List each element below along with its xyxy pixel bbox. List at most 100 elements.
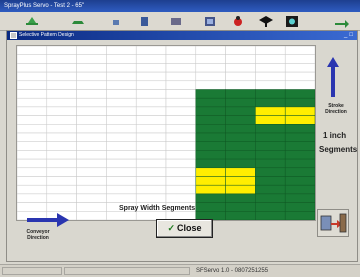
graduation-icon[interactable] (258, 13, 274, 29)
grid-cell-empty[interactable] (165, 46, 197, 55)
grid-cell-empty[interactable] (76, 176, 107, 186)
grid-cell-empty[interactable] (165, 184, 197, 195)
grid-cell-on[interactable] (225, 193, 256, 203)
pattern-grid[interactable] (16, 45, 316, 221)
grid-cell-empty[interactable] (165, 158, 197, 169)
grid-cell-empty[interactable] (76, 158, 107, 169)
grid-cell-on[interactable] (284, 211, 315, 220)
grid-cell-on[interactable] (225, 97, 256, 108)
grid-cell-empty[interactable] (76, 80, 107, 90)
grid-cell-empty[interactable] (225, 71, 256, 82)
grid-cell-empty[interactable] (106, 106, 137, 116)
grid-cell-on[interactable] (195, 193, 226, 203)
grid-cell-empty[interactable] (135, 89, 167, 99)
close-button[interactable]: ✓ Close (156, 219, 213, 238)
grid-cell-on[interactable] (225, 124, 256, 134)
grid-cell-empty[interactable] (106, 89, 137, 99)
grid-cell-empty[interactable] (284, 54, 315, 64)
grid-cell-empty[interactable] (255, 80, 286, 90)
grid-cell-empty[interactable] (135, 46, 167, 55)
grid-cell-highlight[interactable] (284, 106, 315, 116)
grid-cell-on[interactable] (195, 115, 226, 125)
grid-cell-empty[interactable] (135, 158, 167, 169)
dialog-window-controls[interactable]: _□ (344, 31, 355, 40)
grid-cell-empty[interactable] (225, 80, 256, 90)
grid-cell-empty[interactable] (106, 150, 137, 160)
grid-cell-empty[interactable] (17, 176, 48, 186)
grid-cell-empty[interactable] (284, 46, 315, 55)
grid-cell-on[interactable] (255, 193, 286, 203)
grid-cell-empty[interactable] (255, 54, 286, 64)
grid-cell-on[interactable] (225, 211, 256, 220)
grid-cell-empty[interactable] (106, 132, 137, 142)
doc-icon[interactable] (136, 13, 152, 29)
grid-cell-empty[interactable] (76, 97, 107, 108)
grid-cell-empty[interactable] (76, 193, 107, 203)
grid-cell-empty[interactable] (17, 97, 48, 108)
grid-cell-empty[interactable] (165, 71, 197, 82)
grid-cell-on[interactable] (225, 150, 256, 160)
grid-cell-empty[interactable] (17, 89, 48, 99)
grid-cell-empty[interactable] (135, 71, 167, 82)
grid-cell-empty[interactable] (106, 167, 137, 177)
grid-cell-empty[interactable] (46, 202, 77, 212)
grid-cell-on[interactable] (195, 106, 226, 116)
grid-cell-empty[interactable] (17, 124, 48, 134)
grid-cell-empty[interactable] (195, 63, 226, 73)
grid-cell-on[interactable] (225, 115, 256, 125)
grid-cell-empty[interactable] (165, 132, 197, 142)
grid-cell-on[interactable] (195, 202, 226, 212)
grid-cell-empty[interactable] (46, 184, 77, 195)
grid-cell-empty[interactable] (17, 46, 48, 55)
grid-cell-empty[interactable] (46, 132, 77, 142)
grid-cell-empty[interactable] (135, 124, 167, 134)
grid-cell-empty[interactable] (106, 184, 137, 195)
grid-cell-empty[interactable] (106, 176, 137, 186)
grid-cell-empty[interactable] (135, 80, 167, 90)
grid-cell-empty[interactable] (165, 115, 197, 125)
grid-cell-empty[interactable] (17, 193, 48, 203)
grid-cell-empty[interactable] (165, 150, 197, 160)
grid-cell-empty[interactable] (135, 184, 167, 195)
pattern-grid-canvas[interactable] (17, 46, 315, 220)
grid-cell-empty[interactable] (46, 71, 77, 82)
grid-cell-empty[interactable] (46, 150, 77, 160)
grid-cell-on[interactable] (284, 141, 315, 151)
grid-cell-empty[interactable] (46, 106, 77, 116)
grid-cell-empty[interactable] (76, 115, 107, 125)
grid-cell-empty[interactable] (135, 63, 167, 73)
grid-cell-empty[interactable] (76, 184, 107, 195)
grid-cell-empty[interactable] (225, 46, 256, 55)
dialog-system-icon[interactable] (10, 32, 17, 39)
grid-cell-empty[interactable] (46, 141, 77, 151)
grid-cell-on[interactable] (195, 124, 226, 134)
grid-cell-highlight[interactable] (225, 176, 256, 186)
grid-cell-empty[interactable] (76, 132, 107, 142)
grid-cell-empty[interactable] (17, 150, 48, 160)
grid-cell-empty[interactable] (76, 202, 107, 212)
grid-cell-empty[interactable] (46, 54, 77, 64)
grid-cell-on[interactable] (255, 176, 286, 186)
grid-cell-empty[interactable] (76, 211, 107, 220)
grid-cell-empty[interactable] (106, 63, 137, 73)
grid-cell-empty[interactable] (135, 141, 167, 151)
grid-cell-empty[interactable] (17, 71, 48, 82)
grid-cell-empty[interactable] (46, 89, 77, 99)
grid-cell-empty[interactable] (255, 46, 286, 55)
grid-cell-empty[interactable] (46, 158, 77, 169)
grid-cell-empty[interactable] (106, 211, 137, 220)
grid-cell-empty[interactable] (165, 106, 197, 116)
grid-cell-empty[interactable] (106, 141, 137, 151)
grid-cell-empty[interactable] (46, 167, 77, 177)
grid-cell-on[interactable] (255, 150, 286, 160)
grid-cell-highlight[interactable] (225, 167, 256, 177)
grid-cell-highlight[interactable] (195, 184, 226, 195)
grid-cell-empty[interactable] (106, 54, 137, 64)
grid-cell-empty[interactable] (76, 141, 107, 151)
grid-cell-on[interactable] (225, 158, 256, 169)
grid-cell-on[interactable] (195, 158, 226, 169)
grid-cell-on[interactable] (255, 97, 286, 108)
grid-cell-on[interactable] (255, 211, 286, 220)
grid-cell-on[interactable] (225, 132, 256, 142)
grid-cell-empty[interactable] (284, 63, 315, 73)
